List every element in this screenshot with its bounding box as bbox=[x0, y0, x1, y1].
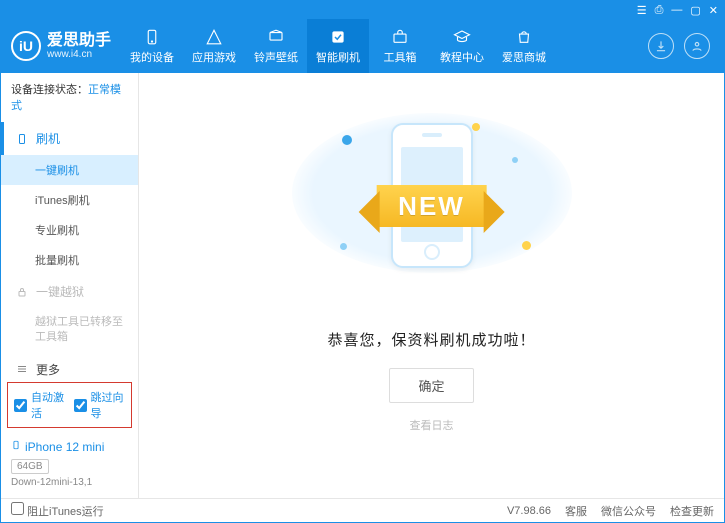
version-label: V7.98.66 bbox=[507, 505, 551, 517]
device-name[interactable]: iPhone 12 mini bbox=[11, 438, 128, 455]
more-icon bbox=[16, 363, 30, 375]
maximize-icon[interactable]: ▢ bbox=[690, 4, 700, 17]
app-url: www.i4.cn bbox=[47, 49, 111, 60]
toolbox-icon bbox=[391, 28, 409, 46]
download-button[interactable] bbox=[648, 33, 674, 59]
wechat-link[interactable]: 微信公众号 bbox=[601, 503, 656, 519]
checkbox-label: 跳过向导 bbox=[91, 389, 126, 421]
app-header: iU 爱思助手 www.i4.cn 我的设备 应用游戏 铃声壁纸 智能刷机 bbox=[1, 19, 724, 73]
nav-tutorial[interactable]: 教程中心 bbox=[431, 19, 493, 73]
minimize-icon[interactable]: — bbox=[671, 4, 682, 16]
phone-icon bbox=[16, 132, 30, 146]
device-icon bbox=[143, 28, 161, 46]
brand: iU 爱思助手 www.i4.cn bbox=[11, 31, 121, 61]
new-ribbon: NEW bbox=[376, 185, 487, 227]
nav-label: 应用游戏 bbox=[192, 49, 236, 65]
flash-icon bbox=[329, 28, 347, 46]
menu-head-label: 更多 bbox=[36, 361, 60, 378]
ringtone-icon bbox=[267, 28, 285, 46]
block-itunes-checkbox[interactable]: 阻止iTunes运行 bbox=[11, 502, 104, 519]
app-title: 爱思助手 bbox=[47, 33, 111, 49]
logo-icon: iU bbox=[11, 31, 41, 61]
submenu-pro-flash[interactable]: 专业刷机 bbox=[1, 215, 138, 245]
menu-icon[interactable]: ☰ bbox=[637, 4, 647, 17]
auto-activate-checkbox[interactable]: 自动激活 bbox=[14, 389, 66, 421]
device-download: Down-12mini-13,1 bbox=[11, 477, 128, 488]
footer: 阻止iTunes运行 V7.98.66 客服 微信公众号 检查更新 bbox=[1, 498, 724, 522]
submenu-itunes-flash[interactable]: iTunes刷机 bbox=[1, 185, 138, 215]
submenu-jailbreak-note: 越狱工具已转移至工具箱 bbox=[1, 308, 138, 353]
device-capacity: 64GB bbox=[11, 459, 49, 474]
success-illustration: NEW bbox=[292, 113, 572, 273]
confirm-button[interactable]: 确定 bbox=[389, 368, 473, 403]
nav-shop[interactable]: 爱思商城 bbox=[493, 19, 555, 73]
sidebar: 设备连接状态：正常模式 刷机 一键刷机 iTunes刷机 专业刷机 批量刷机 bbox=[1, 73, 139, 498]
menu-head-label: 刷机 bbox=[36, 130, 60, 147]
nav-ringtone-wallpaper[interactable]: 铃声壁纸 bbox=[245, 19, 307, 73]
view-log-link[interactable]: 查看日志 bbox=[410, 417, 454, 433]
nav-label: 我的设备 bbox=[130, 49, 174, 65]
nav-my-device[interactable]: 我的设备 bbox=[121, 19, 183, 73]
close-icon[interactable]: ✕ bbox=[709, 4, 718, 17]
shop-icon bbox=[515, 28, 533, 46]
nav-label: 智能刷机 bbox=[316, 49, 360, 65]
lock-icon bbox=[16, 286, 30, 298]
menu-jailbreak: 一键越狱 bbox=[1, 275, 138, 308]
checkbox-label: 阻止iTunes运行 bbox=[27, 506, 104, 518]
main-content: NEW 恭喜您，保资料刷机成功啦！ 确定 查看日志 bbox=[139, 73, 724, 498]
phone-icon bbox=[11, 438, 21, 455]
submenu-batch-flash[interactable]: 批量刷机 bbox=[1, 245, 138, 275]
pin-icon[interactable]: ⎙ bbox=[655, 4, 664, 17]
top-nav: 我的设备 应用游戏 铃声壁纸 智能刷机 工具箱 教程中心 bbox=[121, 19, 648, 73]
checkbox-label: 自动激活 bbox=[31, 389, 66, 421]
customer-service-link[interactable]: 客服 bbox=[565, 503, 587, 519]
device-info: iPhone 12 mini 64GB Down-12mini-13,1 bbox=[1, 432, 138, 498]
nav-label: 铃声壁纸 bbox=[254, 49, 298, 65]
tutorial-icon bbox=[453, 28, 471, 46]
nav-label: 工具箱 bbox=[384, 49, 417, 65]
status-prefix: 设备连接状态： bbox=[11, 84, 88, 96]
options-box: 自动激活 跳过向导 bbox=[7, 382, 132, 428]
skip-setup-checkbox[interactable]: 跳过向导 bbox=[74, 389, 126, 421]
window-titlebar: ☰ ⎙ — ▢ ✕ bbox=[1, 1, 724, 19]
nav-label: 爱思商城 bbox=[502, 49, 546, 65]
device-status: 设备连接状态：正常模式 bbox=[1, 73, 138, 122]
menu-head-label: 一键越狱 bbox=[36, 283, 84, 300]
submenu-one-click-flash[interactable]: 一键刷机 bbox=[1, 155, 138, 185]
nav-toolbox[interactable]: 工具箱 bbox=[369, 19, 431, 73]
apps-icon bbox=[205, 28, 223, 46]
menu-flash[interactable]: 刷机 bbox=[1, 122, 138, 155]
nav-smart-flash[interactable]: 智能刷机 bbox=[307, 19, 369, 73]
header-right bbox=[648, 33, 714, 59]
device-name-label: iPhone 12 mini bbox=[25, 440, 104, 454]
check-update-link[interactable]: 检查更新 bbox=[670, 503, 714, 519]
nav-apps-games[interactable]: 应用游戏 bbox=[183, 19, 245, 73]
nav-label: 教程中心 bbox=[440, 49, 484, 65]
success-message: 恭喜您，保资料刷机成功啦！ bbox=[327, 329, 535, 350]
user-button[interactable] bbox=[684, 33, 710, 59]
menu-more[interactable]: 更多 bbox=[1, 353, 138, 378]
